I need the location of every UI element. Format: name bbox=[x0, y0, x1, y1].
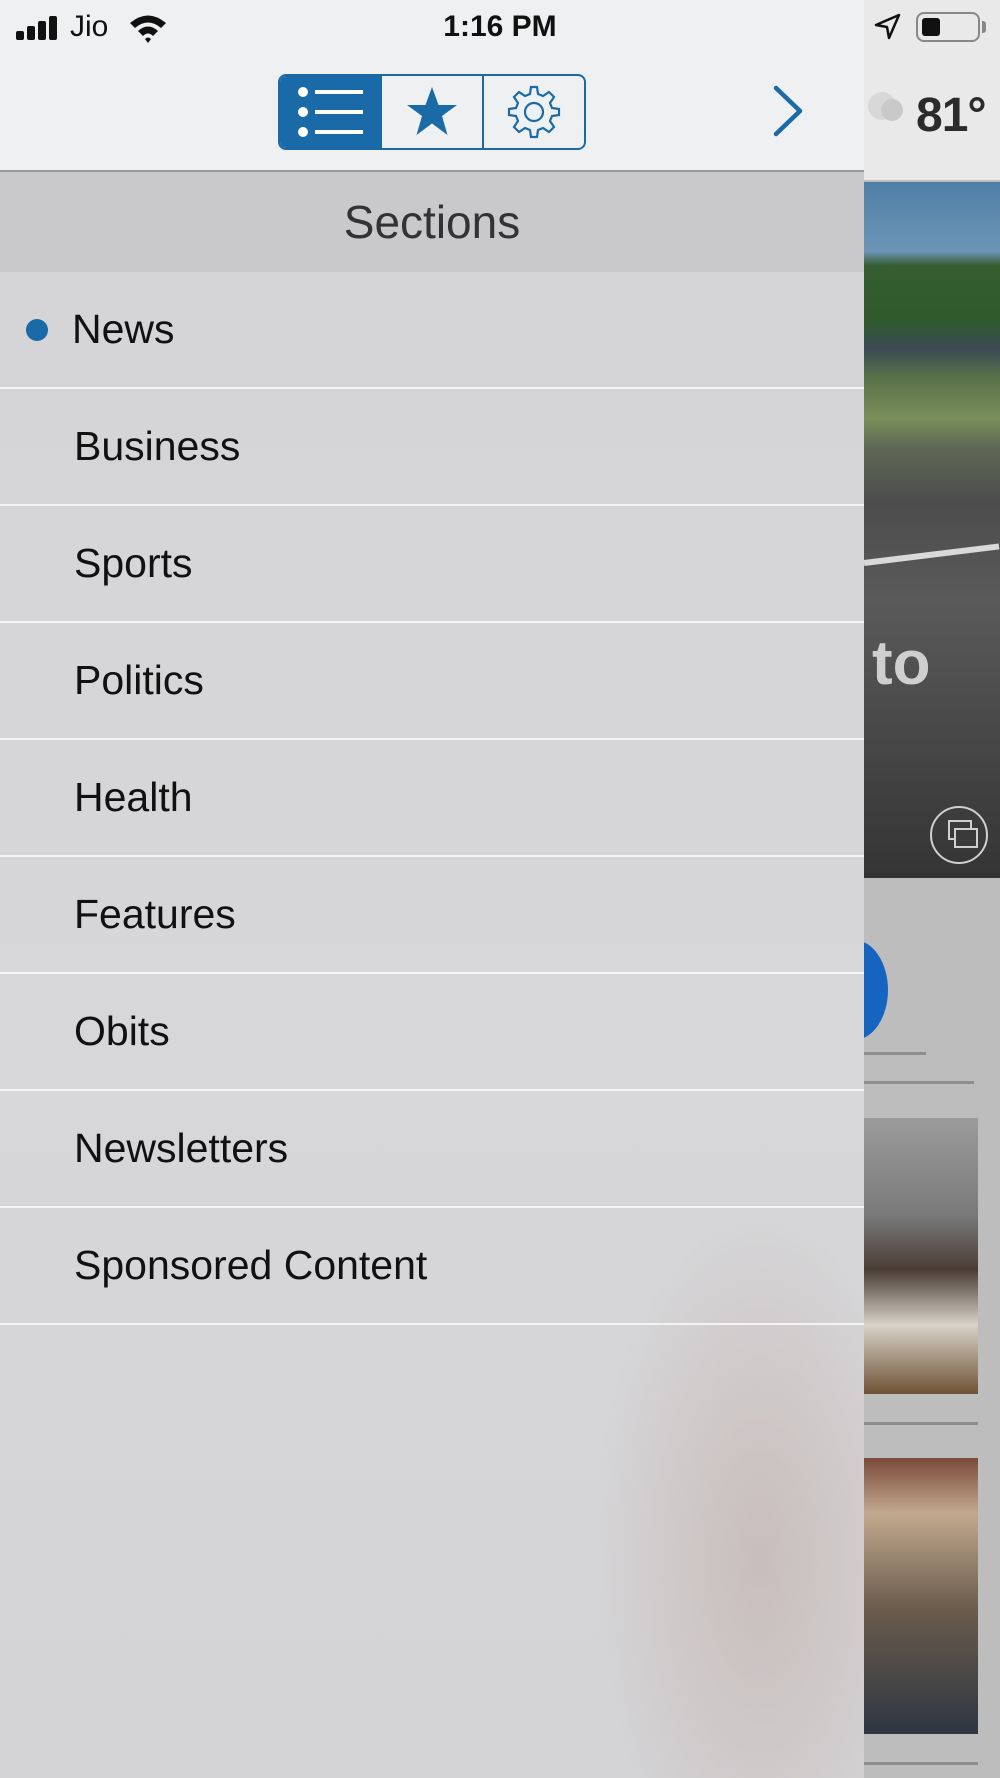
section-item-label: Sponsored Content bbox=[74, 1242, 428, 1288]
drawer-tab-segmented-control bbox=[278, 74, 586, 150]
hero-image[interactable] bbox=[864, 182, 1000, 878]
section-item-features[interactable]: Features bbox=[0, 857, 864, 974]
section-item-label: Features bbox=[74, 891, 236, 937]
section-item-label: Sports bbox=[74, 540, 193, 586]
gear-icon bbox=[507, 85, 561, 139]
tab-sections-list[interactable] bbox=[280, 76, 382, 148]
divider bbox=[864, 1052, 926, 1055]
star-icon bbox=[407, 87, 457, 135]
battery-tip bbox=[982, 21, 986, 33]
section-item-obits[interactable]: Obits bbox=[0, 974, 864, 1091]
section-item-sports[interactable]: Sports bbox=[0, 506, 864, 623]
section-item-label: Obits bbox=[74, 1008, 170, 1054]
section-item-business[interactable]: Business bbox=[0, 389, 864, 506]
chevron-right-icon[interactable] bbox=[764, 80, 814, 142]
selected-indicator-dot bbox=[26, 319, 48, 341]
article-thumbnail[interactable] bbox=[864, 1118, 978, 1394]
sections-drawer: Sections News Business Sports Politics H… bbox=[0, 0, 864, 1778]
weather-temperature[interactable]: 81° bbox=[916, 88, 987, 143]
section-item-label: Health bbox=[74, 774, 193, 820]
status-time: 1:16 PM bbox=[443, 10, 557, 43]
battery-icon bbox=[916, 12, 980, 42]
section-item-label: Politics bbox=[74, 657, 204, 703]
sections-title: Sections bbox=[0, 172, 864, 272]
battery-level bbox=[922, 18, 940, 36]
section-item-label: Newsletters bbox=[74, 1125, 289, 1171]
divider bbox=[864, 1762, 978, 1765]
hero-headline-fragment[interactable]: to bbox=[872, 628, 931, 699]
gallery-icon[interactable] bbox=[930, 806, 988, 864]
cloudy-weather-icon bbox=[868, 92, 903, 121]
list-icon bbox=[298, 87, 363, 137]
section-item-label: Business bbox=[74, 423, 241, 469]
status-bar: Jio 1:16 PM bbox=[0, 0, 1000, 54]
divider bbox=[864, 1081, 974, 1084]
location-arrow-icon bbox=[874, 13, 901, 40]
section-item-politics[interactable]: Politics bbox=[0, 623, 864, 740]
tab-favorites[interactable] bbox=[382, 76, 484, 148]
section-item-news[interactable]: News bbox=[0, 272, 864, 389]
section-item-newsletters[interactable]: Newsletters bbox=[0, 1091, 864, 1208]
section-item-label: News bbox=[72, 306, 175, 352]
sections-list: News Business Sports Politics Health Fea… bbox=[0, 272, 864, 1325]
section-item-sponsored-content[interactable]: Sponsored Content bbox=[0, 1208, 864, 1325]
tab-settings[interactable] bbox=[484, 76, 584, 148]
section-item-health[interactable]: Health bbox=[0, 740, 864, 857]
article-thumbnail[interactable] bbox=[864, 1458, 978, 1734]
divider bbox=[864, 1422, 978, 1425]
